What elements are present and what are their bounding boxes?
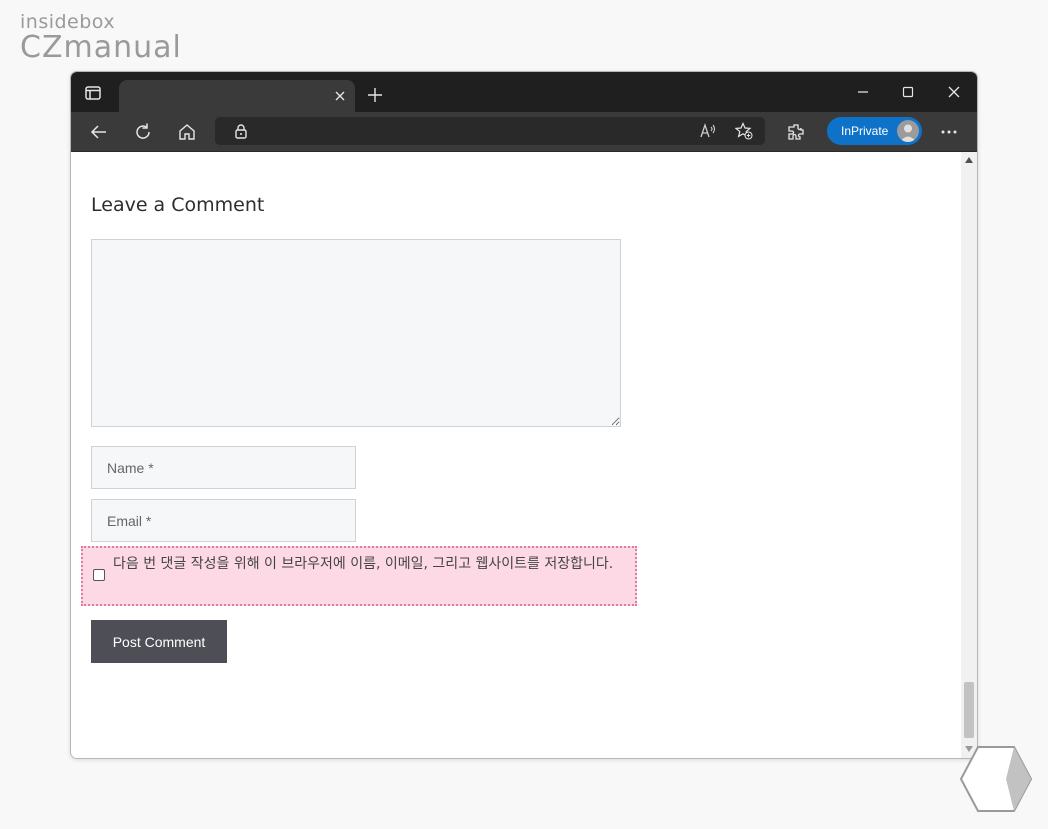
minimize-icon[interactable] [856, 85, 870, 99]
address-bar[interactable] [215, 117, 765, 145]
inprivate-label: InPrivate [841, 124, 889, 138]
browser-window: InPrivate Leave a Comment 다음 번 댓글 작성을 위해… [70, 71, 978, 759]
maximize-icon[interactable] [901, 85, 915, 99]
more-options-icon[interactable] [939, 122, 959, 142]
page-content: Leave a Comment 다음 번 댓글 작성을 위해 이 브라우저에 이… [71, 152, 977, 758]
avatar [897, 120, 919, 142]
email-input[interactable] [91, 499, 356, 542]
brand-logo: insidebox CZmanual [20, 12, 182, 64]
comment-textarea[interactable] [91, 239, 621, 427]
brand-line-1: insidebox [20, 11, 116, 33]
scrollbar[interactable] [961, 152, 977, 758]
save-info-checkbox[interactable] [93, 569, 105, 581]
hexagon-logo-icon [959, 746, 1033, 812]
inprivate-profile-button[interactable]: InPrivate [827, 117, 922, 145]
save-info-consent: 다음 번 댓글 작성을 위해 이 브라우저에 이름, 이메일, 그리고 웹사이트… [81, 546, 637, 606]
refresh-icon[interactable] [133, 122, 153, 142]
tab-actions-icon[interactable] [85, 86, 101, 100]
name-input[interactable] [91, 446, 356, 489]
close-icon[interactable] [333, 89, 347, 103]
profile-icon [900, 124, 916, 142]
home-icon[interactable] [177, 122, 197, 142]
save-info-label: 다음 번 댓글 작성을 위해 이 브라우저에 이름, 이메일, 그리고 웹사이트… [113, 556, 614, 572]
page-title: Leave a Comment [91, 194, 265, 216]
add-favorite-icon[interactable] [735, 122, 753, 140]
browser-toolbar: InPrivate [71, 112, 977, 152]
back-icon[interactable] [89, 122, 109, 142]
post-comment-button[interactable]: Post Comment [91, 620, 227, 663]
browser-tab[interactable] [119, 80, 355, 112]
scrollbar-thumb[interactable] [964, 682, 974, 738]
extensions-icon[interactable] [786, 122, 806, 142]
scroll-up-icon[interactable] [965, 157, 973, 163]
read-aloud-icon[interactable] [699, 122, 717, 140]
brand-line-2: CZmanual [20, 30, 182, 65]
plus-icon[interactable] [367, 87, 383, 103]
tab-bar [71, 72, 977, 112]
close-window-icon[interactable] [947, 85, 961, 99]
lock-icon[interactable] [233, 123, 249, 139]
